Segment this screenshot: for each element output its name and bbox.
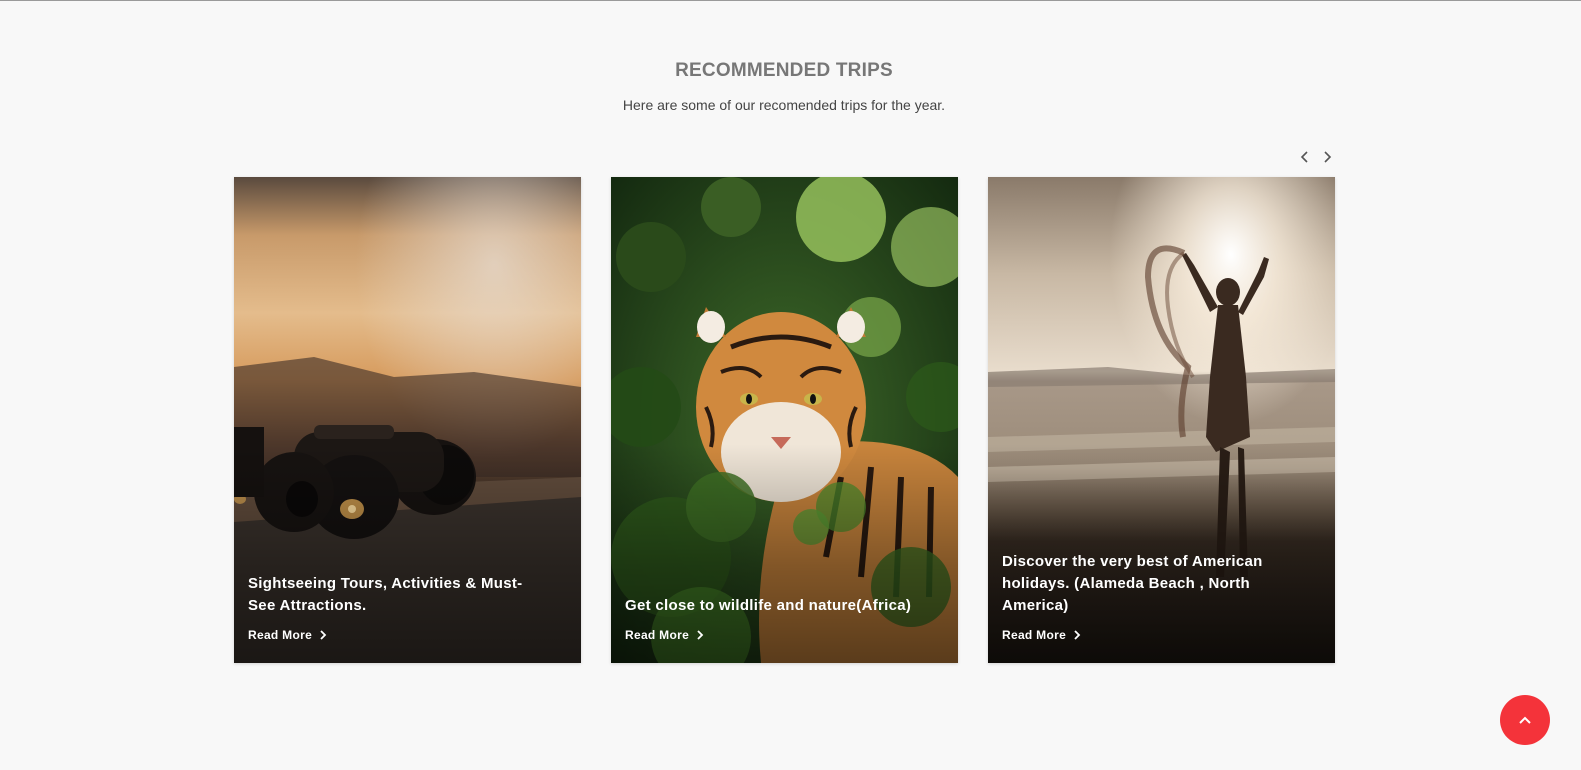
chevron-right-icon	[320, 630, 327, 640]
read-more-link[interactable]: Read More	[248, 628, 327, 642]
top-divider	[0, 0, 1581, 1]
section-title: RECOMMENDED TRIPS	[675, 60, 893, 81]
back-to-top-button[interactable]	[1500, 695, 1550, 745]
carousel-prev-button[interactable]	[1294, 147, 1314, 167]
trip-card-title: Sightseeing Tours, Activities & Must-See…	[248, 575, 523, 614]
trip-card[interactable]: Discover the very best of American holid…	[988, 177, 1335, 663]
trip-card-title: Discover the very best of American holid…	[1002, 553, 1263, 614]
chevron-right-icon	[1074, 630, 1081, 640]
trip-card[interactable]: Sightseeing Tours, Activities & Must-See…	[234, 177, 581, 663]
card-overlay	[611, 177, 958, 663]
trip-card[interactable]: Get close to wildlife and nature(Africa)…	[611, 177, 958, 663]
carousel-nav	[1294, 147, 1342, 167]
read-more-link[interactable]: Read More	[1002, 628, 1081, 642]
read-more-label: Read More	[1002, 628, 1067, 642]
read-more-label: Read More	[625, 628, 690, 642]
read-more-link[interactable]: Read More	[625, 628, 704, 642]
read-more-label: Read More	[248, 628, 313, 642]
chevron-left-icon	[1300, 151, 1308, 163]
chevron-up-icon	[1519, 716, 1531, 724]
chevron-right-icon	[697, 630, 704, 640]
section-subtitle: Here are some of our recomended trips fo…	[622, 97, 946, 113]
carousel-next-button[interactable]	[1318, 147, 1338, 167]
trip-card-title: Get close to wildlife and nature(Africa)	[625, 597, 912, 614]
chevron-right-icon	[1324, 151, 1332, 163]
